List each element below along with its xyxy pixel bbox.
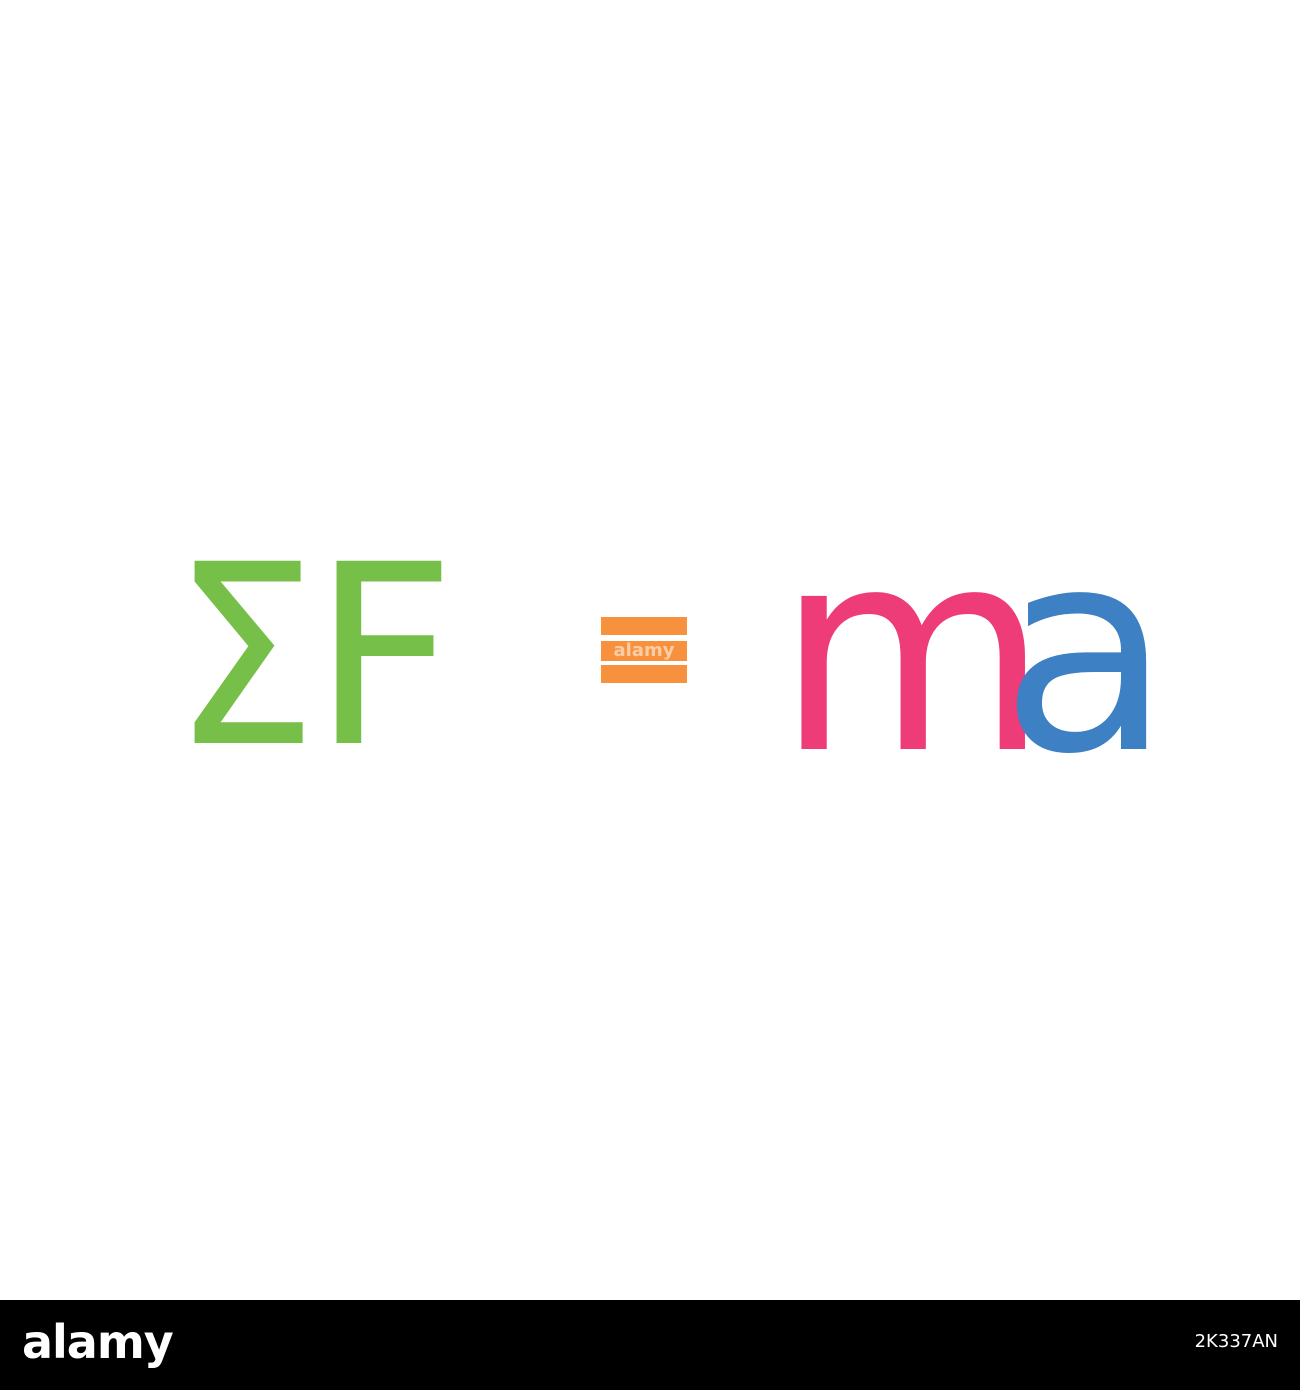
acceleration-variable: a xyxy=(1000,490,1172,816)
force-variable: F xyxy=(312,511,456,802)
brand-logo: alamy xyxy=(22,1315,174,1369)
equals-watermark: alamy xyxy=(601,641,687,661)
equals-sign-top-bar xyxy=(601,617,687,635)
equals-sign-bottom-bar xyxy=(601,665,687,683)
sigma-symbol: Σ xyxy=(172,511,318,802)
formula-canvas: Σ F alamy m a xyxy=(0,0,1300,1300)
image-id: 2K337AN xyxy=(1194,1331,1278,1352)
watermark-footer: alamy 2K337AN xyxy=(0,1300,1300,1390)
